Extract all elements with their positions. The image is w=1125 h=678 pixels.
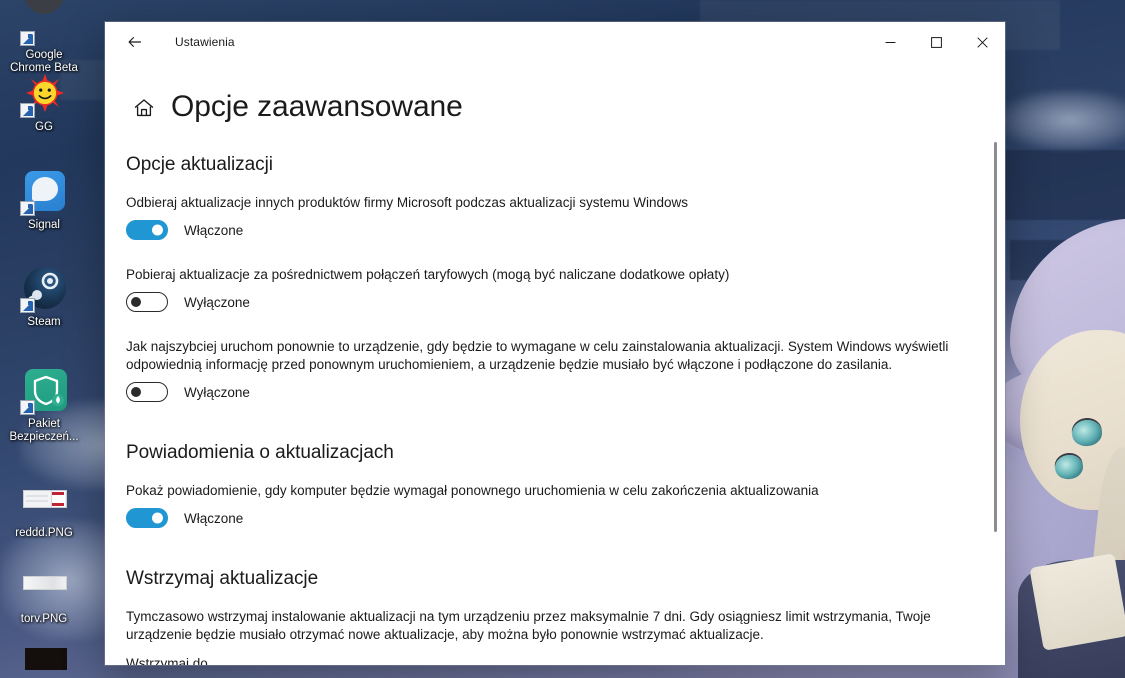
close-button[interactable]	[959, 22, 1005, 62]
toggle-state-label: Wyłączone	[184, 384, 250, 400]
toggle-row-restart-notification[interactable]: Włączone	[126, 508, 965, 528]
desktop-icon-label: Steam	[27, 316, 61, 328]
back-button[interactable]	[113, 26, 157, 58]
shortcut-overlay-icon	[20, 298, 35, 313]
image-thumbnail-icon	[20, 562, 68, 610]
page-header: Opcje zaawansowane	[105, 62, 1005, 124]
home-button[interactable]	[129, 93, 159, 123]
desktop-icon-partial[interactable]	[0, 648, 88, 678]
desktop-icon-google-chrome-beta[interactable]: Beta GoogleChrome Beta	[0, 0, 88, 75]
desktop-icon-steam[interactable]: Steam	[0, 265, 88, 329]
toggle-metered-connections[interactable]	[126, 292, 168, 312]
desktop-icon-label: torv.PNG	[20, 613, 68, 625]
toggle-state-label: Wyłączone	[184, 294, 250, 310]
content-scrollbar[interactable]	[989, 124, 1001, 665]
image-thumbnail-icon	[20, 476, 68, 524]
setting-description: Pokaż powiadomienie, gdy komputer będzie…	[126, 483, 819, 498]
page-title: Opcje zaawansowane	[171, 90, 463, 123]
toggle-row-metered-connections[interactable]: Wyłączone	[126, 292, 965, 312]
home-icon	[134, 99, 154, 117]
desktop-icon-redd-png[interactable]: reddd.PNG	[0, 476, 88, 540]
setting-description: Odbieraj aktualizacje innych produktów f…	[126, 195, 688, 210]
signal-icon	[20, 168, 68, 216]
desktop: Beta GoogleChrome Beta	[0, 0, 1125, 678]
desktop-icon-gg[interactable]: GG	[0, 70, 88, 134]
window-titlebar: Ustawienia	[105, 22, 1005, 62]
desktop-icon-torv-png[interactable]: torv.PNG	[0, 562, 88, 626]
section-heading-pause-updates: Wstrzymaj aktualizacje	[126, 568, 319, 589]
setting-description: Jak najszybciej uruchom ponownie to urzą…	[126, 339, 949, 372]
chrome-icon: Beta	[20, 0, 68, 46]
partial-icon	[20, 648, 68, 678]
maximize-icon	[930, 36, 942, 48]
pause-until-label: Wstrzymaj do	[126, 656, 208, 665]
shortcut-overlay-icon	[20, 400, 35, 415]
steam-icon	[20, 265, 68, 313]
window-controls	[867, 22, 1005, 62]
setting-description: Pobieraj aktualizacje za pośrednictwem p…	[126, 267, 730, 282]
maximize-button[interactable]	[913, 22, 959, 62]
desktop-icon-label: GG	[35, 121, 53, 133]
minimize-icon	[885, 41, 895, 43]
gg-sun-icon	[20, 70, 68, 118]
shortcut-overlay-icon	[20, 103, 35, 118]
shortcut-overlay-icon	[20, 201, 35, 216]
section-heading-update-notifications: Powiadomienia o aktualizacjach	[126, 442, 394, 463]
desktop-icon-pakiet-bezpieczenstwa[interactable]: Pakiet Bezpieczeń...	[0, 367, 88, 444]
desktop-icon-label: Signal	[28, 219, 60, 231]
scrollbar-thumb[interactable]	[994, 142, 997, 532]
desktop-icon-signal[interactable]: Signal	[0, 168, 88, 232]
back-arrow-icon	[128, 37, 142, 47]
toggle-state-label: Włączone	[184, 510, 244, 526]
desktop-icon-label: Pakiet Bezpieczeń...	[9, 418, 79, 443]
settings-content: Opcje aktualizacji Odbieraj aktualizacje…	[105, 124, 1005, 665]
toggle-restart-asap[interactable]	[126, 382, 168, 402]
pause-updates-description: Tymczasowo wstrzymaj instalowanie aktual…	[126, 609, 931, 642]
toggle-row-restart-asap[interactable]: Wyłączone	[126, 382, 965, 402]
toggle-row-microsoft-products[interactable]: Włączone	[126, 220, 965, 240]
minimize-button[interactable]	[867, 22, 913, 62]
toggle-microsoft-products[interactable]	[126, 220, 168, 240]
section-heading-update-options: Opcje aktualizacji	[126, 154, 273, 175]
toggle-restart-notification[interactable]	[126, 508, 168, 528]
desktop-icon-label: reddd.PNG	[15, 527, 73, 539]
close-icon	[976, 36, 988, 48]
shortcut-overlay-icon	[20, 31, 35, 46]
toggle-state-label: Włączone	[184, 222, 244, 238]
settings-window: Ustawienia Opcje zaawansowane Opcje aktu…	[105, 22, 1005, 665]
window-title: Ustawienia	[175, 35, 235, 49]
shield-icon	[20, 367, 68, 415]
